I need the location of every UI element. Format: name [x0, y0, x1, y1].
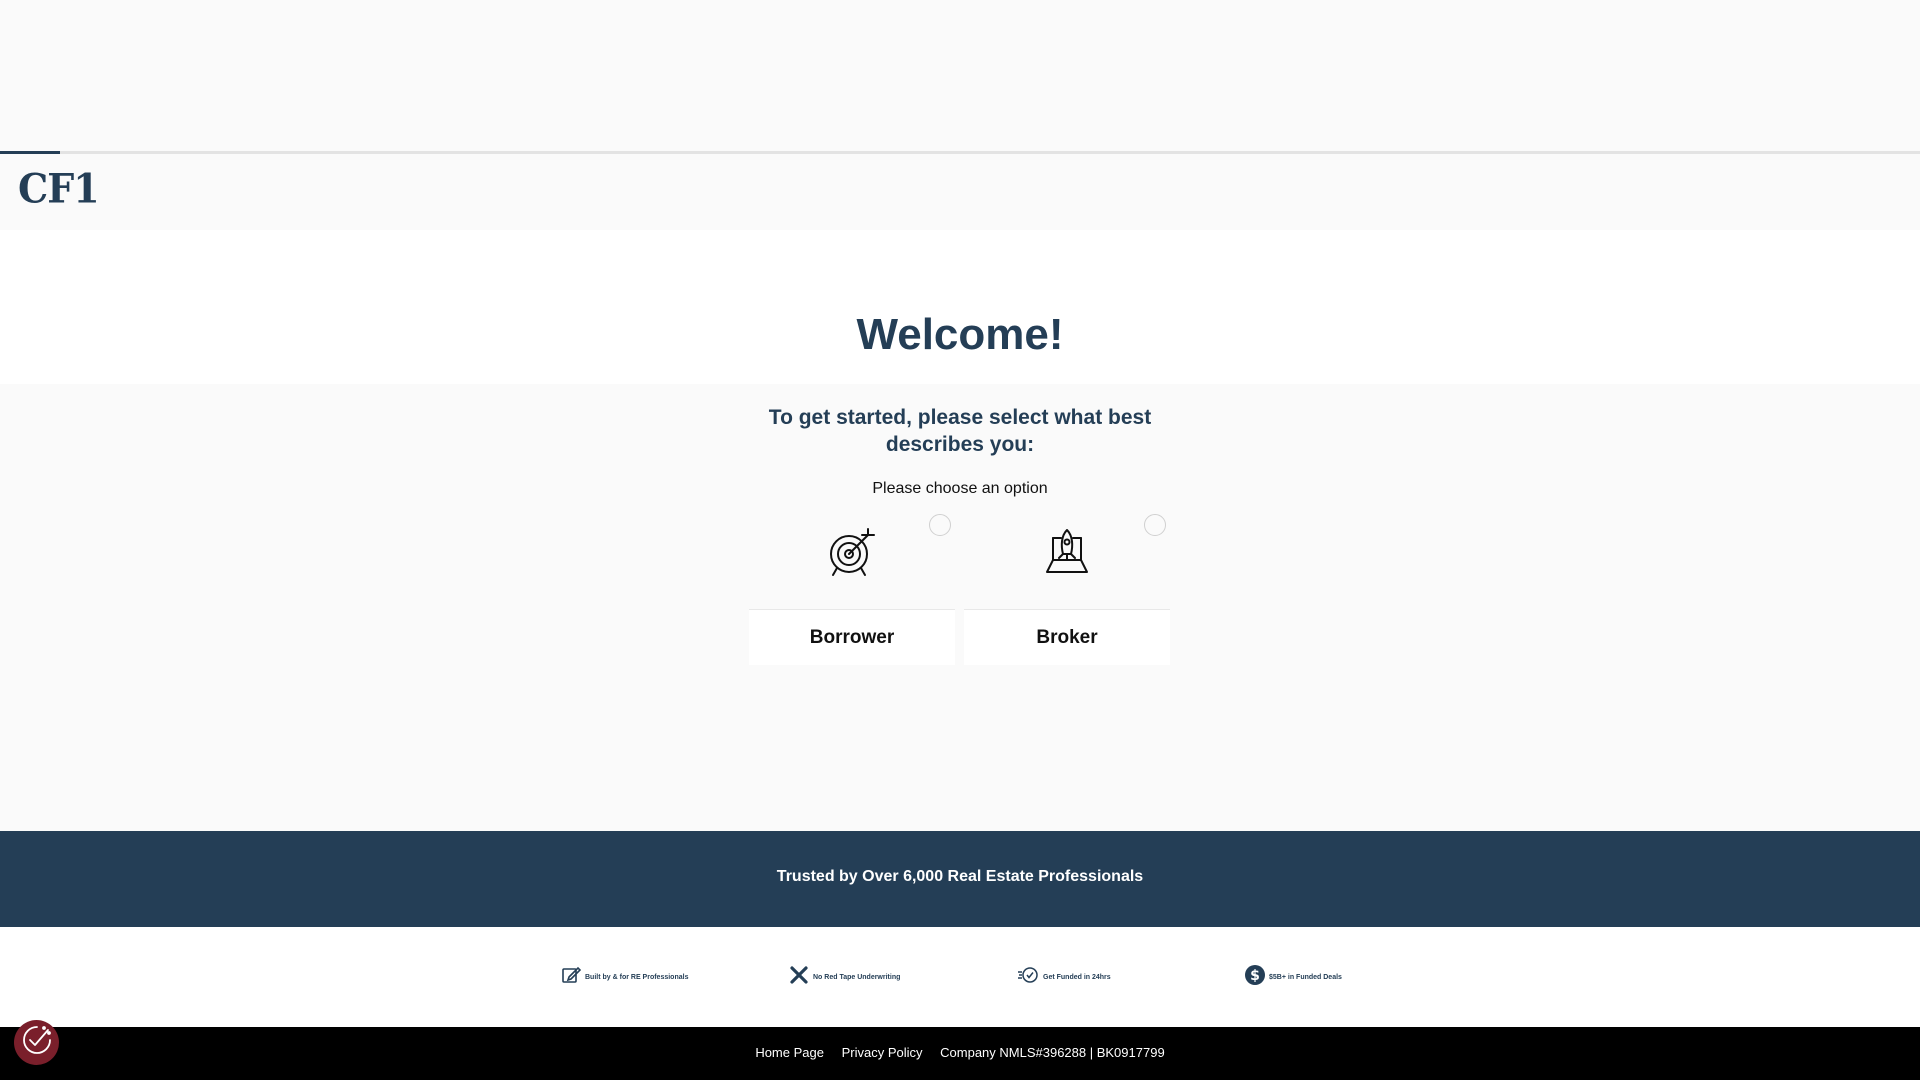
broker-label[interactable]: Broker [964, 609, 1170, 665]
prompt-instruction: Please choose an option [872, 480, 1048, 497]
badges-row: Built by & for RE Professionals No Red T… [0, 927, 1920, 1027]
x-icon [789, 965, 809, 990]
edit-icon [561, 965, 582, 990]
option-section: To get started, please select what best … [0, 384, 1920, 831]
option-broker[interactable]: Broker [964, 512, 1170, 665]
rocket-laptop-icon [964, 512, 1170, 592]
logo[interactable]: CF1 [18, 165, 100, 212]
hero: Welcome! [0, 230, 1920, 384]
company-info: Company NMLS#396288 | BK0917799 [940, 1045, 1165, 1060]
badge-funded-deals: $ $5B+ in Funded Deals [1245, 965, 1342, 990]
dollar-icon: $ [1245, 965, 1265, 990]
target-arrow-icon [749, 512, 955, 592]
page-title: Welcome! [856, 310, 1064, 359]
footer-privacy-link[interactable]: Privacy Policy [842, 1045, 923, 1060]
svg-text:$: $ [1250, 968, 1260, 984]
prompt-subtitle: To get started, please select what best … [768, 406, 1152, 456]
footer: Home Page Privacy Policy Company NMLS#39… [0, 1027, 1920, 1080]
trust-text: Trusted by Over 6,000 Real Estate Profes… [776, 868, 1144, 885]
badge-no-red-tape: No Red Tape Underwriting [789, 965, 900, 990]
borrower-label[interactable]: Borrower [749, 609, 955, 665]
cookie-hand-icon [21, 1024, 53, 1061]
footer-links: Home Page Privacy Policy Company NMLS#39… [0, 1045, 1920, 1060]
top-band [0, 0, 1920, 151]
badge-re-professionals: Built by & for RE Professionals [561, 965, 688, 990]
badge-funded-24hrs: Get Funded in 24hrs [1017, 965, 1111, 990]
header: CF1 [0, 154, 1920, 230]
trust-banner: Trusted by Over 6,000 Real Estate Profes… [0, 831, 1920, 927]
footer-home-link[interactable]: Home Page [755, 1045, 824, 1060]
fast-check-icon [1017, 965, 1039, 990]
option-borrower[interactable]: Borrower [749, 512, 955, 665]
cookie-settings-button[interactable] [14, 1020, 59, 1065]
